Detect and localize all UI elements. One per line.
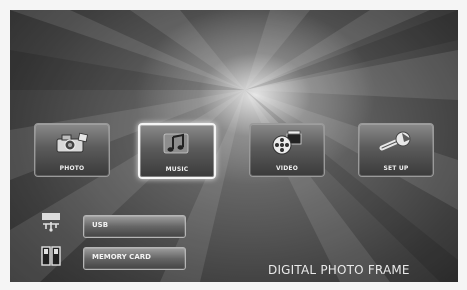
camera-icon bbox=[56, 132, 89, 153]
photo-tile[interactable]: PHOTO bbox=[34, 123, 110, 177]
brand-title: DIGITAL PHOTO FRAME bbox=[268, 263, 410, 277]
film-reel-icon bbox=[272, 130, 302, 155]
wrench-icon bbox=[379, 131, 411, 151]
memory-card-label: MEMORY CARD bbox=[92, 253, 151, 261]
memory-card-source-button[interactable]: MEMORY CARD bbox=[83, 247, 186, 270]
music-tile-label: MUSIC bbox=[165, 166, 189, 173]
music-tile[interactable]: MUSIC bbox=[138, 123, 216, 179]
device-frame: PHOTO MUSIC VIDEO SET UP USB MEMORY CARD… bbox=[0, 0, 467, 290]
music-note-icon bbox=[163, 133, 189, 154]
usb-icon bbox=[42, 213, 60, 232]
usb-source-button[interactable]: USB bbox=[83, 215, 186, 238]
menu-screen: PHOTO MUSIC VIDEO SET UP USB MEMORY CARD… bbox=[10, 10, 458, 282]
usb-label: USB bbox=[92, 221, 109, 229]
photo-tile-label: PHOTO bbox=[59, 165, 85, 172]
video-tile-label: VIDEO bbox=[275, 165, 299, 172]
video-tile[interactable]: VIDEO bbox=[249, 123, 325, 177]
setup-tile[interactable]: SET UP bbox=[358, 123, 434, 177]
setup-tile-label: SET UP bbox=[383, 165, 409, 172]
memory-card-icon bbox=[41, 246, 61, 266]
